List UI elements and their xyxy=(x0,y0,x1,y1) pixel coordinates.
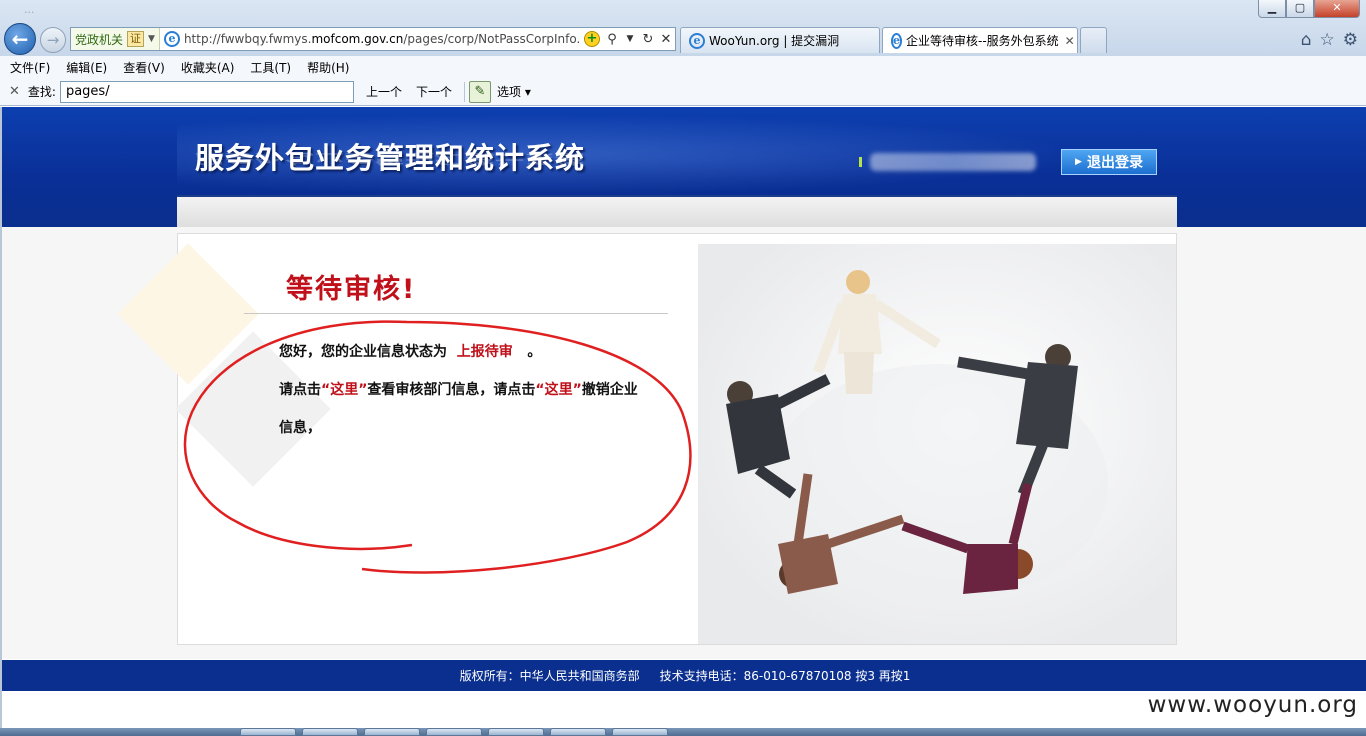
new-tab-button[interactable] xyxy=(1080,27,1107,53)
instruction-message-end: 信息， xyxy=(279,420,321,436)
zone-label: 党政机关 xyxy=(75,32,124,47)
system-title-reflection: 服务外包业务管理和统计系统 xyxy=(195,151,586,167)
window-controls: ▁ ▢ ✕ xyxy=(1258,0,1360,18)
refresh-icon[interactable]: ↻ xyxy=(639,32,657,47)
instruction-message: 请点击“这里”查看审核部门信息，请点击“这里”撤销企业 xyxy=(279,382,638,398)
pending-review-title: 等待审核! xyxy=(286,274,417,305)
teamwork-photo xyxy=(698,244,1176,644)
find-close-icon[interactable]: ✕ xyxy=(9,84,20,99)
forward-button[interactable]: → xyxy=(40,27,66,53)
browser-window: ... ▁ ▢ ✕ ← → 党政机关 证 ▼ e http://fwwbqy.f… xyxy=(0,0,1366,736)
maximize-button[interactable]: ▢ xyxy=(1286,0,1314,18)
minimize-button[interactable]: ▁ xyxy=(1258,0,1286,18)
favorites-star-icon[interactable]: ☆ xyxy=(1320,30,1335,50)
find-next-button[interactable]: 下一个 xyxy=(414,83,454,100)
menu-bar: 文件(F) 编辑(E) 查看(V) 收藏夹(A) 工具(T) 帮助(H) xyxy=(0,56,1366,78)
tools-gear-icon[interactable]: ⚙ xyxy=(1343,30,1358,50)
tab-current[interactable]: e 企业等待审核--服务外包系统 ✕ xyxy=(882,27,1078,53)
taskbar-item[interactable] xyxy=(550,728,606,736)
back-button[interactable]: ← xyxy=(4,23,36,55)
dropdown-icon[interactable]: ▼ xyxy=(621,34,639,44)
stop-icon[interactable]: ✕ xyxy=(657,32,675,47)
taskbar-item[interactable] xyxy=(426,728,482,736)
forward-arrow-icon: → xyxy=(46,31,60,49)
address-bar[interactable]: 党政机关 证 ▼ e http://fwwbqy.fwmys.mofcom.go… xyxy=(70,27,676,51)
content-panel: 等待审核! 您好，您的企业信息状态为 上报待审 。 请点击“这里”查看审核部门信… xyxy=(117,233,1177,645)
find-label: 查找: xyxy=(27,85,56,99)
home-icon[interactable]: ⌂ xyxy=(1301,30,1312,50)
copyright-text: 版权所有：中华人民共和国商务部 xyxy=(459,669,640,683)
menu-view[interactable]: 查看(V) xyxy=(123,59,165,76)
tab-close-icon[interactable]: ✕ xyxy=(1065,34,1075,48)
back-arrow-icon: ← xyxy=(11,27,29,51)
window-title: ... xyxy=(24,3,35,16)
find-bar: ✕ 查找: 上一个 下一个 ✎ 选项 ▾ xyxy=(0,78,1366,106)
compatibility-view-icon[interactable]: + xyxy=(584,31,600,47)
title-divider xyxy=(244,313,668,314)
user-indicator xyxy=(859,157,862,167)
tab-title: 企业等待审核--服务外包系统 xyxy=(906,34,1059,48)
find-options-button[interactable]: 选项 ▾ xyxy=(497,83,531,100)
wooyun-watermark: www.wooyun.org xyxy=(1147,692,1358,718)
menu-file[interactable]: 文件(F) xyxy=(10,59,50,76)
ie-page-icon: e xyxy=(163,31,180,47)
taskbar xyxy=(0,728,1366,736)
find-previous-button[interactable]: 上一个 xyxy=(364,83,404,100)
search-icon[interactable]: ⚲ xyxy=(603,32,621,47)
taskbar-item[interactable] xyxy=(488,728,544,736)
zone-dropdown-icon[interactable]: ▼ xyxy=(148,34,155,44)
view-department-link[interactable]: “这里” xyxy=(321,382,367,398)
security-zone[interactable]: 党政机关 证 ▼ xyxy=(71,28,160,50)
url-text[interactable]: http://fwwbqy.fwmys.mofcom.gov.cn/pages/… xyxy=(184,32,581,46)
status-message: 您好，您的企业信息状态为 上报待审 。 xyxy=(279,344,542,360)
menu-help[interactable]: 帮助(H) xyxy=(307,59,349,76)
site-footer: 版权所有：中华人民共和国商务部 技术支持电话：86-010-67870108 按… xyxy=(2,660,1366,691)
taskbar-item[interactable] xyxy=(364,728,420,736)
menu-favorites[interactable]: 收藏夹(A) xyxy=(181,59,235,76)
tab-wooyun[interactable]: e WooYun.org | 提交漏洞 xyxy=(680,27,880,53)
menu-tools[interactable]: 工具(T) xyxy=(250,59,291,76)
menu-edit[interactable]: 编辑(E) xyxy=(66,59,107,76)
ie-tab-icon: e xyxy=(891,32,902,49)
status-value: 上报待审 xyxy=(456,344,513,360)
browser-toolbar-icons: ⌂ ☆ ⚙ xyxy=(1301,30,1358,50)
support-phone-text: 技术支持电话：86-010-67870108 按3 再按1 xyxy=(659,669,911,683)
find-input[interactable] xyxy=(59,80,354,103)
title-bar: ... ▁ ▢ ✕ ← → 党政机关 证 ▼ e http://fwwbqy.f… xyxy=(0,0,1366,56)
certificate-icon[interactable]: 证 xyxy=(127,31,145,47)
highlight-pencil-icon[interactable]: ✎ xyxy=(468,80,491,103)
taskbar-item[interactable] xyxy=(612,728,668,736)
taskbar-item[interactable] xyxy=(302,728,358,736)
play-triangle-icon: ▶ xyxy=(1075,157,1082,167)
user-name-blurred xyxy=(870,153,1036,171)
divider xyxy=(463,81,465,102)
logout-button[interactable]: ▶ 退出登录 xyxy=(1061,149,1157,175)
taskbar-item[interactable] xyxy=(240,728,296,736)
tab-title: WooYun.org | 提交漏洞 xyxy=(709,34,840,48)
close-button[interactable]: ✕ xyxy=(1314,0,1360,18)
page-viewport: 服务外包业务管理和统计系统 服务外包业务管理和统计系统 ▶ 退出登录 等待审核!… xyxy=(0,107,1366,728)
sub-navigation-bar xyxy=(177,195,1177,227)
ie-tab-icon: e xyxy=(689,32,705,49)
revoke-info-link[interactable]: “这里” xyxy=(535,382,581,398)
logout-label: 退出登录 xyxy=(1086,155,1143,171)
